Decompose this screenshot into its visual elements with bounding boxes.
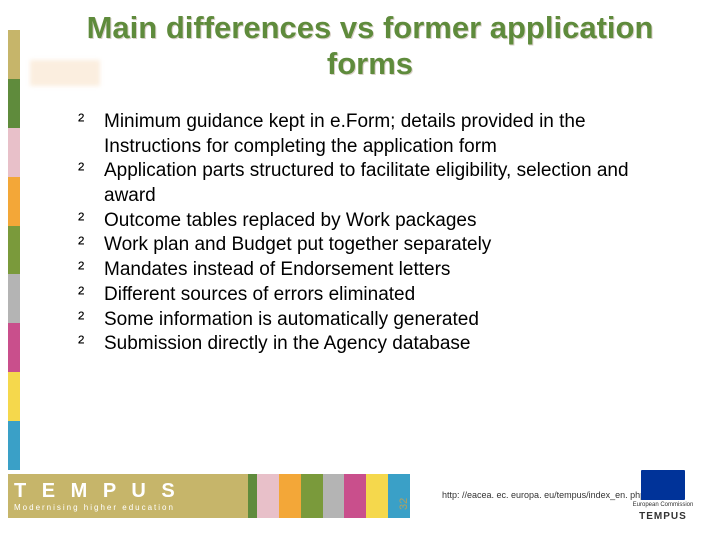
bullet-text: Work plan and Budget put together separa… bbox=[104, 234, 491, 255]
bullet-marker: ² bbox=[78, 209, 84, 234]
bullet-text: Some information is automatically genera… bbox=[104, 309, 479, 330]
bullet-item: ² Submission directly in the Agency datab… bbox=[78, 332, 680, 357]
bullet-item: ² Mandates instead of Endorsement letters bbox=[78, 258, 680, 283]
bullet-item: ² Minimum guidance kept in e.Form; detail… bbox=[78, 110, 680, 159]
ec-label: European Commission bbox=[626, 502, 700, 509]
bullet-marker: ² bbox=[78, 283, 84, 308]
footer: T E M P U S Modernising higher education… bbox=[0, 466, 720, 540]
bullet-marker: ² bbox=[78, 159, 84, 184]
bullet-text: Submission directly in the Agency databa… bbox=[104, 333, 471, 354]
content-area: ² Minimum guidance kept in e.Form; detail… bbox=[78, 110, 680, 357]
bullet-item: ² Some information is automatically gener… bbox=[78, 308, 680, 333]
bullet-item: ² Different sources of errors eliminated bbox=[78, 283, 680, 308]
footer-url: http: //eacea. ec. europa. eu/tempus/ind… bbox=[442, 490, 645, 500]
tempus-tagline: Modernising higher education bbox=[14, 503, 248, 512]
bullet-marker: ² bbox=[78, 332, 84, 357]
bullet-text: Different sources of errors eliminated bbox=[104, 284, 415, 305]
slide: Main differences vs former application f… bbox=[0, 0, 720, 540]
tempus-logo: T E M P U S Modernising higher education bbox=[8, 474, 410, 518]
bullet-marker: ² bbox=[78, 258, 84, 283]
bullet-text: Outcome tables replaced by Work packages bbox=[104, 210, 476, 231]
bullet-marker: ² bbox=[78, 308, 84, 333]
slide-title: Main differences vs former application f… bbox=[60, 10, 680, 81]
logo-stripes bbox=[235, 474, 410, 518]
bullet-marker: ² bbox=[78, 110, 84, 135]
bullet-item: ² Application parts structured to facilit… bbox=[78, 159, 680, 208]
tempus-wordmark: T E M P U S bbox=[14, 481, 248, 501]
eu-flag-icon bbox=[641, 470, 685, 500]
bullet-marker: ² bbox=[78, 233, 84, 258]
bullet-list: ² Minimum guidance kept in e.Form; detail… bbox=[78, 110, 680, 357]
ec-tempus-label: TEMPUS bbox=[626, 511, 700, 522]
bullet-text: Application parts structured to facilita… bbox=[104, 160, 629, 206]
bullet-item: ² Work plan and Budget put together separ… bbox=[78, 233, 680, 258]
tempus-banner: T E M P U S Modernising higher education bbox=[8, 474, 410, 518]
slide-number: 32 bbox=[398, 498, 410, 510]
bullet-item: ² Outcome tables replaced by Work package… bbox=[78, 209, 680, 234]
left-color-stripe bbox=[8, 30, 20, 470]
tempus-text-wrap: T E M P U S Modernising higher education bbox=[8, 474, 248, 518]
bullet-text: Minimum guidance kept in e.Form; details… bbox=[104, 111, 586, 157]
bullet-text: Mandates instead of Endorsement letters bbox=[104, 259, 450, 280]
european-commission-logo: European Commission TEMPUS bbox=[626, 470, 700, 522]
